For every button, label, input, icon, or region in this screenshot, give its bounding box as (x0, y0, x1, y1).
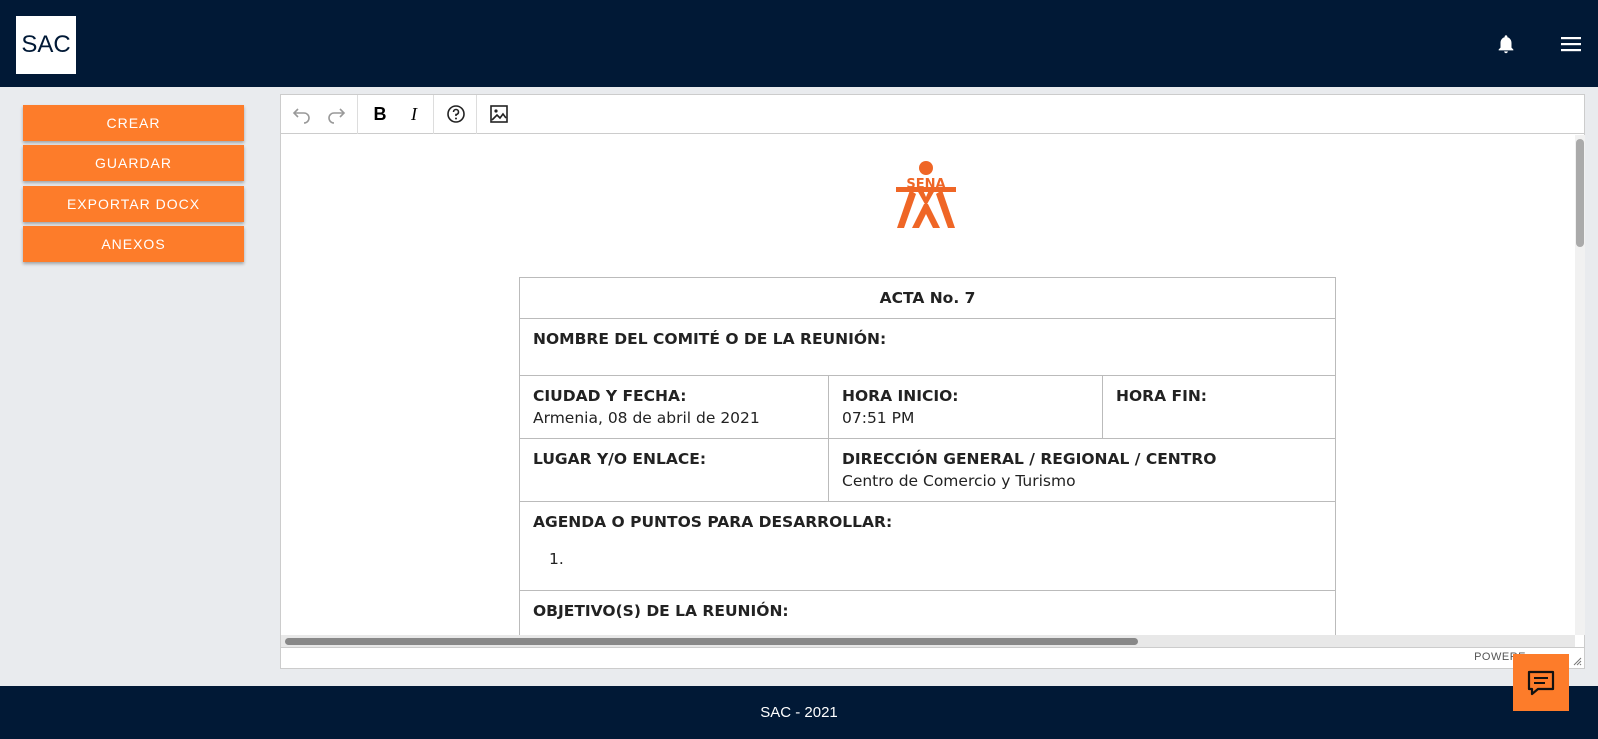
sac-logo[interactable]: SAC (16, 16, 76, 74)
end-time-label: HORA FIN: (1116, 387, 1208, 405)
vertical-scrollbar[interactable] (1575, 135, 1585, 635)
start-time-value: 07:51 PM (842, 409, 915, 427)
city-date-value: Armenia, 08 de abril de 2021 (533, 409, 760, 427)
image-icon[interactable] (484, 99, 514, 129)
committee-cell: NOMBRE DEL COMITÉ O DE LA REUNIÓN: (519, 318, 1336, 376)
city-date-label: CIUDAD Y FECHA: (533, 387, 687, 405)
acta-table: ACTA No. 7 NOMBRE DEL COMITÉ O DE LA REU… (519, 277, 1336, 635)
exportar-docx-button[interactable]: EXPORTAR DOCX (23, 186, 244, 222)
start-time-label: HORA INICIO: (842, 387, 959, 405)
direction-label: DIRECCIÓN GENERAL / REGIONAL / CENTRO (842, 450, 1217, 468)
place-label: LUGAR Y/O ENLACE: (533, 450, 707, 468)
direction-cell: DIRECCIÓN GENERAL / REGIONAL / CENTRO Ce… (828, 438, 1336, 502)
bold-icon[interactable]: B (365, 99, 395, 129)
guardar-button[interactable]: GUARDAR (23, 145, 244, 181)
acta-title: ACTA No. 7 (519, 277, 1336, 319)
help-icon[interactable] (441, 99, 471, 129)
italic-icon[interactable]: I (399, 99, 429, 129)
start-time-cell: HORA INICIO: 07:51 PM (828, 375, 1103, 439)
agenda-list-item: 1. (549, 550, 564, 568)
vertical-scroll-thumb[interactable] (1576, 139, 1584, 247)
editor-statusbar: POWERE (281, 647, 1584, 668)
footer: SAC - 2021 (0, 686, 1598, 739)
bell-icon[interactable] (1495, 32, 1517, 56)
sidebar: CREAR GUARDAR EXPORTAR DOCX ANEXOS (0, 87, 275, 669)
objective-label: OBJETIVO(S) DE LA REUNIÓN: (533, 602, 789, 620)
direction-value: Centro de Comercio y Turismo (842, 472, 1076, 490)
footer-text: SAC - 2021 (760, 704, 838, 721)
anexos-button[interactable]: ANEXOS (23, 226, 244, 262)
horizontal-scrollbar[interactable] (281, 635, 1575, 647)
top-navbar: SAC (0, 0, 1598, 87)
redo-icon[interactable] (321, 99, 351, 129)
svg-text:SENA: SENA (906, 177, 945, 192)
city-date-cell: CIUDAD Y FECHA: Armenia, 08 de abril de … (519, 375, 829, 439)
agenda-cell: AGENDA O PUNTOS PARA DESARROLLAR: 1. (519, 501, 1336, 591)
crear-button[interactable]: CREAR (23, 105, 244, 141)
end-time-cell: HORA FIN: (1102, 375, 1336, 439)
agenda-label: AGENDA O PUNTOS PARA DESARROLLAR: (533, 513, 893, 531)
place-cell: LUGAR Y/O ENLACE: (519, 438, 829, 502)
undo-icon[interactable] (287, 99, 317, 129)
chat-icon[interactable] (1513, 654, 1569, 711)
editor-toolbar: B I (281, 95, 1584, 134)
committee-label: NOMBRE DEL COMITÉ O DE LA REUNIÓN: (533, 330, 887, 348)
horizontal-scroll-thumb[interactable] (285, 638, 1138, 645)
objective-cell: OBJETIVO(S) DE LA REUNIÓN: 1. (519, 590, 1336, 635)
resize-handle-icon[interactable] (1572, 653, 1582, 671)
hamburger-menu-icon[interactable] (1560, 34, 1582, 54)
sena-logo: SENA (891, 160, 961, 232)
editor-content[interactable]: SENA ACTA No. 7 NOMBRE DEL COMITÉ O DE L… (281, 135, 1575, 635)
rich-text-editor: B I SENA ACTA No. 7 NOMBRE DEL COMITÉ O … (280, 94, 1585, 669)
